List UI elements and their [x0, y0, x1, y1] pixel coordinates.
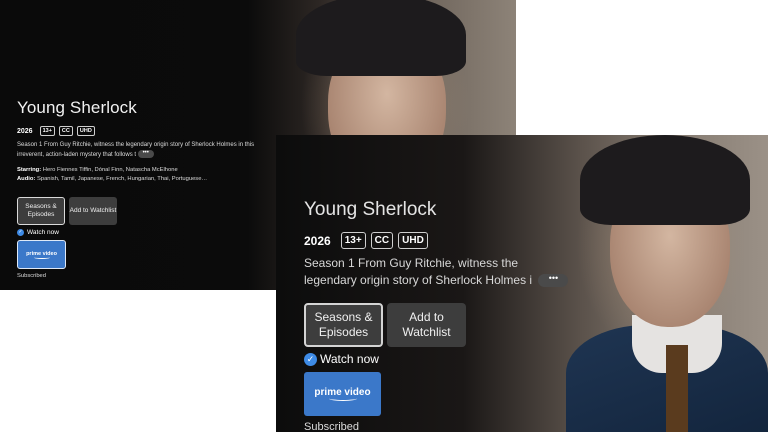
- prime-video-button[interactable]: prime video: [304, 372, 381, 416]
- audio-value: Spanish, Tamil, Japanese, French, Hungar…: [36, 176, 208, 182]
- uhd-badge: UHD: [76, 126, 95, 136]
- rating-badge: 13+: [340, 232, 366, 249]
- seasons-episodes-button[interactable]: Seasons & Episodes: [17, 197, 65, 225]
- add-to-watchlist-button[interactable]: Add to Watchlist: [387, 303, 466, 347]
- subscribed-label: Subscribed: [304, 421, 360, 432]
- watch-now-row: ✓ Watch now: [17, 229, 297, 236]
- hero-cap: [580, 135, 750, 225]
- details-panel: Young Sherlock 2026 13+ CC UHD Season 1 …: [17, 98, 297, 279]
- credits: Starring: Hero Fiennes Tiffin, Dónal Fin…: [17, 166, 297, 184]
- audio-line: Audio: Spanish, Tamil, Japanese, French,…: [17, 175, 297, 184]
- watch-now-label: Watch now: [27, 229, 59, 236]
- seasons-episodes-button[interactable]: Seasons & Episodes: [304, 303, 383, 347]
- meta-row: 2026 13+ CC UHD: [17, 126, 297, 136]
- audio-label: Audio:: [17, 176, 36, 182]
- watch-now-label: Watch now: [320, 352, 379, 366]
- release-year: 2026: [17, 127, 33, 135]
- add-to-watchlist-button[interactable]: Add to Watchlist: [69, 197, 117, 225]
- more-button[interactable]: •••: [137, 150, 154, 159]
- subscribed-label: Subscribed: [17, 273, 47, 279]
- starring-label: Starring:: [17, 167, 42, 173]
- synopsis-text: Season 1 From Guy Ritchie, witness the l…: [304, 256, 533, 287]
- page-title: Young Sherlock: [17, 98, 137, 117]
- cc-badge: CC: [58, 126, 73, 136]
- action-buttons: Seasons & Episodes Add to Watchlist: [17, 197, 297, 225]
- synopsis: Season 1 From Guy Ritchie, witness the l…: [304, 255, 574, 289]
- more-button[interactable]: •••: [538, 274, 569, 288]
- uhd-badge: UHD: [398, 232, 428, 249]
- rating-badge: 13+: [39, 126, 55, 136]
- hero-cap: [296, 0, 466, 76]
- action-buttons: Seasons & Episodes Add to Watchlist: [304, 303, 604, 347]
- starring-line: Starring: Hero Fiennes Tiffin, Dónal Fin…: [17, 166, 297, 175]
- details-panel: Young Sherlock 2026 13+ CC UHD Season 1 …: [304, 199, 604, 432]
- check-icon: ✓: [17, 229, 24, 236]
- synopsis: Season 1 From Guy Ritchie, witness the l…: [17, 140, 277, 160]
- starring-value: Hero Fiennes Tiffin, Dónal Finn, Natasch…: [42, 167, 178, 173]
- cc-badge: CC: [370, 232, 394, 249]
- prime-smile-icon: [33, 256, 50, 259]
- check-icon: ✓: [304, 352, 317, 366]
- page-title: Young Sherlock: [304, 199, 437, 220]
- meta-row: 2026 13+ CC UHD: [304, 232, 604, 249]
- detail-screen-large: Young Sherlock 2026 13+ CC UHD Season 1 …: [276, 135, 768, 432]
- hero-tie: [666, 345, 688, 432]
- prime-smile-icon: [328, 396, 357, 401]
- prime-video-button[interactable]: prime video: [17, 240, 66, 269]
- watch-now-row: ✓ Watch now: [304, 352, 604, 366]
- synopsis-text: Season 1 From Guy Ritchie, witness the l…: [17, 142, 255, 158]
- release-year: 2026: [304, 233, 331, 248]
